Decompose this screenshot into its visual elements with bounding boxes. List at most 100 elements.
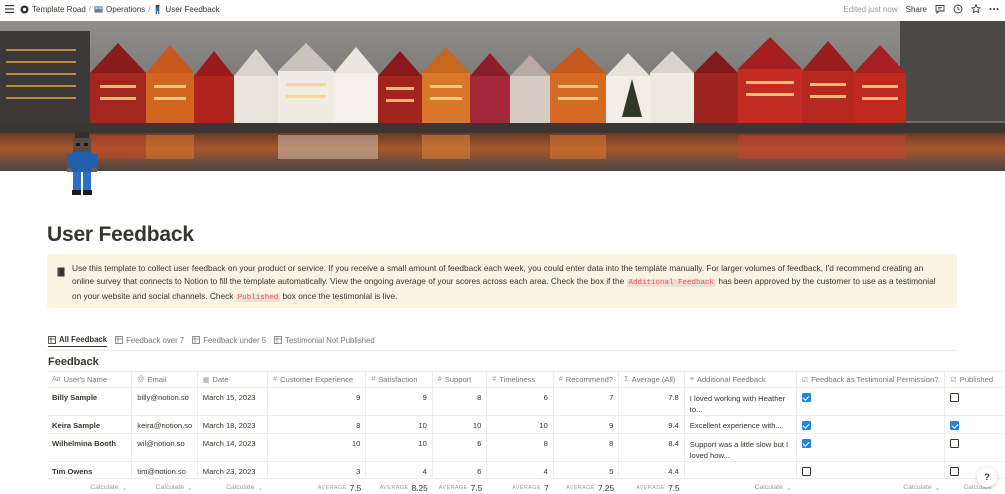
- cell-customer-experience[interactable]: 8: [268, 416, 367, 433]
- cell-customer-experience[interactable]: 9: [268, 388, 367, 415]
- column-header-published[interactable]: ☑ Published: [945, 372, 1005, 387]
- cell-permission: [797, 434, 946, 461]
- column-header-date[interactable]: ▦ Date: [198, 372, 269, 387]
- cell-email[interactable]: keira@notion.so: [132, 416, 198, 433]
- updates-clock-icon[interactable]: [953, 4, 963, 14]
- cell-date[interactable]: March 23, 2023: [198, 462, 269, 478]
- page-title[interactable]: User Feedback: [47, 223, 194, 247]
- cell-additional-feedback[interactable]: Excellent experience with...: [685, 416, 797, 433]
- cell-satisfaction[interactable]: 9: [366, 388, 433, 415]
- tab-label: Feedback over 7: [126, 335, 185, 345]
- breadcrumb-user-feedback[interactable]: User Feedback: [151, 4, 221, 14]
- breadcrumb-workspace[interactable]: Template Road: [18, 5, 88, 14]
- cell-satisfaction[interactable]: 10: [366, 416, 433, 433]
- tab-feedback-under-5[interactable]: Feedback under 5: [192, 333, 266, 347]
- column-header-customer-experience[interactable]: # Customer Experience: [268, 372, 367, 387]
- cell-recommend[interactable]: 5: [554, 462, 620, 478]
- tab-feedback-over-7[interactable]: Feedback over 7: [115, 333, 184, 347]
- cell-date[interactable]: March 18, 2023: [198, 416, 269, 433]
- callout-block[interactable]: Use this template to collect user feedba…: [47, 254, 957, 308]
- cell-average: 9.4: [619, 416, 685, 433]
- cell-satisfaction[interactable]: 10: [366, 434, 433, 461]
- cell-timeliness[interactable]: 10: [487, 416, 554, 433]
- cell-recommend[interactable]: 9: [554, 416, 620, 433]
- calculate-cell[interactable]: Calculate: [945, 481, 1005, 494]
- column-label: Satisfaction: [378, 375, 418, 384]
- cell-timeliness[interactable]: 8: [487, 434, 554, 461]
- more-options-icon[interactable]: [989, 4, 999, 14]
- cell-email[interactable]: tim@notion.so: [132, 462, 198, 478]
- share-button[interactable]: Share: [906, 5, 927, 14]
- cell-customer-experience[interactable]: 10: [268, 434, 367, 461]
- number-property-icon: #: [273, 376, 278, 383]
- calculate-cell[interactable]: Calculate ⌄: [47, 481, 132, 494]
- cell-name[interactable]: Billy Sample: [47, 388, 133, 415]
- comments-icon[interactable]: [935, 4, 945, 14]
- column-header-timeliness[interactable]: # Timeliness: [487, 372, 554, 387]
- tab-all-feedback[interactable]: All Feedback: [48, 333, 108, 347]
- cell-name[interactable]: Keira Sample: [47, 416, 133, 433]
- table-header-row: Aa User's Name @ Email ▦ Date # Customer Exp…: [47, 371, 1005, 388]
- cell-average: 8.4: [619, 434, 685, 461]
- table-row[interactable]: Wilhelmina Booth wil@notion.so March 14,…: [47, 434, 1005, 462]
- cell-average: 4.4: [619, 462, 685, 478]
- cell-recommend[interactable]: 8: [554, 434, 620, 461]
- column-header-additional-feedback[interactable]: ≡ Additional Feedback: [685, 372, 797, 387]
- table-row[interactable]: Keira Sample keira@notion.so March 18, 2…: [47, 416, 1005, 434]
- calculate-cell[interactable]: Calculate ⌄: [132, 481, 197, 494]
- cell-support[interactable]: 10: [433, 416, 488, 433]
- cell-date[interactable]: March 15, 2023: [198, 388, 269, 415]
- permission-checkbox[interactable]: [801, 467, 811, 476]
- average-cell[interactable]: AVERAGE 8.25: [366, 481, 432, 494]
- calculate-cell[interactable]: Calculate ⌄: [685, 481, 797, 494]
- cell-timeliness[interactable]: 4: [487, 462, 554, 478]
- table-row[interactable]: Tim Owens tim@notion.so March 23, 2023 3…: [47, 462, 1005, 479]
- cell-additional-feedback[interactable]: [685, 462, 797, 478]
- published-checkbox[interactable]: [950, 439, 960, 448]
- calculate-cell[interactable]: Calculate ⌄: [198, 481, 268, 494]
- column-header-average-all[interactable]: Σ Average (All): [619, 372, 685, 387]
- column-header-email[interactable]: @ Email: [132, 372, 198, 387]
- cell-name[interactable]: Wilhelmina Booth: [47, 434, 133, 461]
- cell-additional-feedback[interactable]: I loved working with Heather to...: [685, 388, 797, 415]
- column-label: Recommend?: [565, 375, 614, 384]
- cell-timeliness[interactable]: 6: [487, 388, 554, 415]
- database-title[interactable]: Feedback: [48, 356, 99, 368]
- robot-page-icon[interactable]: [66, 132, 98, 198]
- column-header-support[interactable]: # Support: [433, 372, 488, 387]
- average-cell[interactable]: AVERAGE 7.25: [554, 481, 619, 494]
- table-row[interactable]: Billy Sample billy@notion.so March 15, 2…: [47, 388, 1005, 416]
- published-checkbox[interactable]: [950, 421, 960, 430]
- cell-date[interactable]: March 14, 2023: [198, 434, 269, 461]
- cell-support[interactable]: 6: [433, 434, 488, 461]
- cell-email[interactable]: billy@notion.so: [132, 388, 198, 415]
- permission-checkbox[interactable]: [801, 421, 811, 430]
- column-header-recommend[interactable]: # Recommend?: [554, 372, 620, 387]
- workspace-logo-icon: [20, 4, 29, 14]
- cell-support[interactable]: 6: [433, 462, 488, 478]
- sidebar-menu-icon[interactable]: [0, 5, 18, 13]
- cell-customer-experience[interactable]: 3: [268, 462, 367, 478]
- average-cell[interactable]: AVERAGE 7.5: [619, 481, 684, 494]
- average-cell[interactable]: AVERAGE 7.5: [433, 481, 488, 494]
- column-header-satisfaction[interactable]: # Satisfaction: [366, 372, 433, 387]
- favorite-star-icon[interactable]: [971, 4, 981, 14]
- average-cell[interactable]: AVERAGE 7: [487, 481, 553, 494]
- cell-recommend[interactable]: 7: [554, 388, 620, 415]
- cell-additional-feedback[interactable]: Support was a little slow but I loved ho…: [685, 434, 797, 461]
- cell-satisfaction[interactable]: 4: [366, 462, 433, 478]
- cell-email[interactable]: wil@notion.so: [132, 434, 198, 461]
- cell-name[interactable]: Tim Owens: [47, 462, 133, 478]
- published-checkbox[interactable]: [950, 393, 960, 402]
- permission-checkbox[interactable]: [801, 393, 811, 402]
- cell-support[interactable]: 8: [433, 388, 488, 415]
- help-button[interactable]: ?: [977, 467, 997, 487]
- average-cell[interactable]: AVERAGE 7.5: [268, 481, 366, 494]
- breadcrumb-operations[interactable]: Operations: [92, 5, 147, 14]
- column-header-users-name[interactable]: Aa User's Name: [47, 372, 133, 387]
- permission-checkbox[interactable]: [801, 439, 811, 448]
- column-header-testimonial-permission[interactable]: ☑ Feedback as Testimonial Permission?: [797, 372, 946, 387]
- tab-testimonial-not-published[interactable]: Testimonial Not Published: [274, 333, 375, 347]
- published-checkbox[interactable]: [950, 467, 960, 476]
- calculate-cell[interactable]: Calculate ⌄: [797, 481, 946, 494]
